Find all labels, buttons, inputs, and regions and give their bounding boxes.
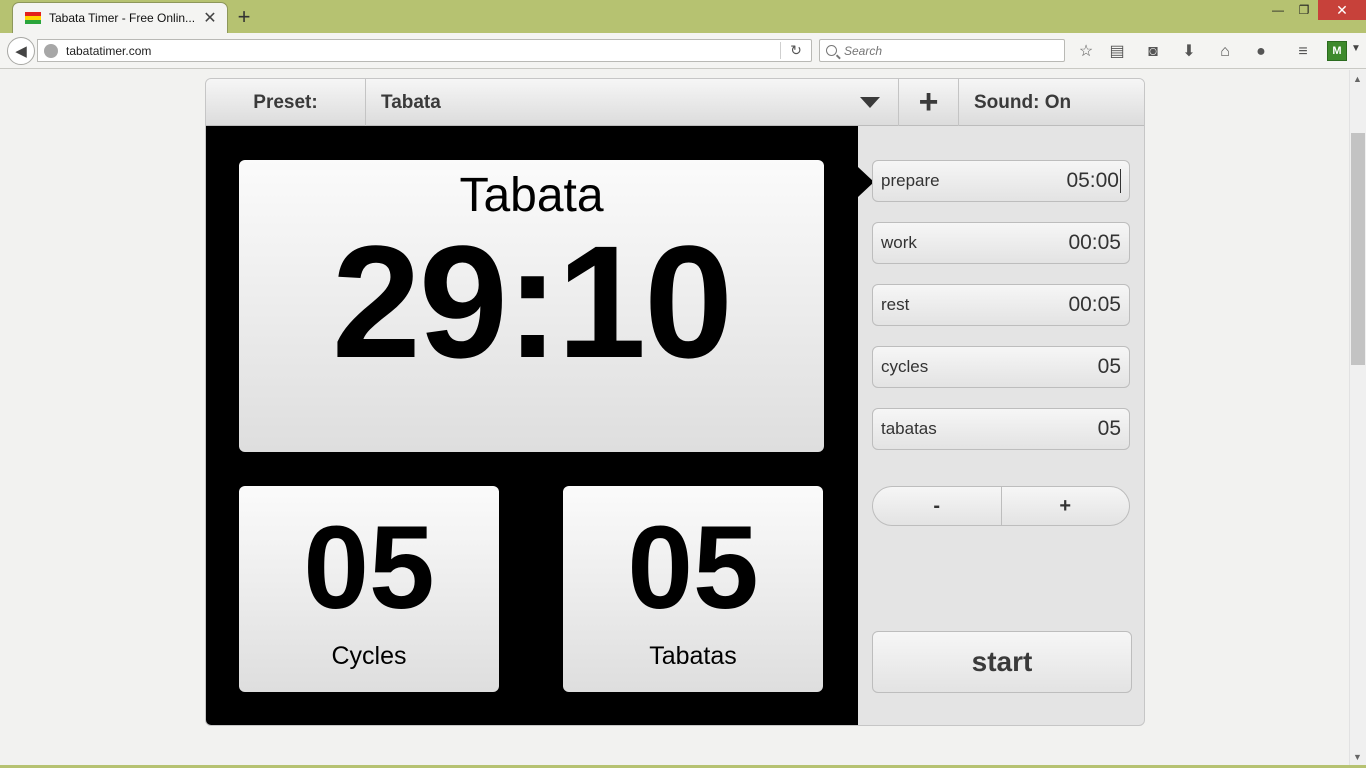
cycles-label: Cycles xyxy=(331,642,407,670)
timer-time: 29:10 xyxy=(331,212,733,391)
setting-name: cycles xyxy=(881,357,929,376)
search-icon xyxy=(826,45,837,56)
new-tab-button[interactable]: + xyxy=(233,4,255,30)
url-bar[interactable]: tabatatimer.com ↻ xyxy=(37,39,812,62)
star-icon[interactable]: ☆ xyxy=(1076,42,1096,62)
search-bar[interactable] xyxy=(819,39,1065,62)
tabatas-card: 05 Tabatas xyxy=(563,486,823,692)
setting-name: rest xyxy=(881,295,910,314)
url-text[interactable]: tabatatimer.com xyxy=(66,44,780,58)
browser-titlebar: Tabata Timer - Free Onlin... ✕ + — ❐ ✕ xyxy=(0,0,1366,33)
setting-tabatas[interactable]: tabatas 05 xyxy=(872,408,1130,450)
menu-icon[interactable]: ≡ xyxy=(1293,42,1313,62)
setting-value[interactable]: 05 xyxy=(1098,417,1121,441)
addon-dropdown-icon[interactable]: ▼ xyxy=(1351,43,1361,54)
tabatas-label: Tabatas xyxy=(649,642,737,670)
browser-navbar: ◀ tabatatimer.com ↻ ☆ ▤ ◙ ⬇ ⌂ ● ≡ M ▼ xyxy=(0,33,1366,69)
tabatas-value: 05 xyxy=(627,502,759,634)
decrement-button[interactable]: - xyxy=(873,487,1002,525)
preset-value: Tabata xyxy=(381,91,441,113)
window-minimize-button[interactable]: — xyxy=(1268,0,1288,20)
setting-rest[interactable]: rest 00:05 xyxy=(872,284,1130,326)
pocket-icon[interactable]: ◙ xyxy=(1143,42,1163,62)
setting-cycles[interactable]: cycles 05 xyxy=(872,346,1130,388)
cycles-card: 05 Cycles xyxy=(239,486,499,692)
setting-value[interactable]: 05 xyxy=(1098,355,1121,379)
window-close-button[interactable]: ✕ xyxy=(1318,0,1366,20)
dropdown-triangle-icon xyxy=(860,97,880,108)
reading-list-icon[interactable]: ▤ xyxy=(1107,42,1127,62)
tab-close-icon[interactable]: ✕ xyxy=(201,8,219,28)
home-icon[interactable]: ⌂ xyxy=(1215,42,1235,62)
setting-value[interactable]: 00:05 xyxy=(1068,293,1121,317)
window-restore-button[interactable]: ❐ xyxy=(1294,0,1314,20)
chat-icon[interactable]: ● xyxy=(1251,42,1271,62)
setting-prepare[interactable]: prepare 05:00 xyxy=(872,160,1130,202)
tabata-timer-app: Preset: Tabata + Sound: On Tabata 29:10 … xyxy=(205,78,1145,726)
download-icon[interactable]: ⬇ xyxy=(1179,42,1199,62)
scroll-thumb[interactable] xyxy=(1351,133,1365,365)
increment-button[interactable]: + xyxy=(1002,487,1130,525)
setting-name: prepare xyxy=(881,171,940,190)
back-arrow-icon: ◀ xyxy=(15,43,27,60)
scroll-up-icon[interactable]: ▲ xyxy=(1353,74,1362,84)
start-button[interactable]: start xyxy=(872,631,1132,693)
cycles-value: 05 xyxy=(303,502,435,634)
settings-panel: prepare 05:00 work 00:05 rest 00:05 cycl… xyxy=(858,126,1144,725)
addon-icon[interactable]: M xyxy=(1327,41,1347,61)
tab-title: Tabata Timer - Free Onlin... xyxy=(49,11,196,25)
reload-icon[interactable]: ↻ xyxy=(781,42,811,59)
app-header: Preset: Tabata + Sound: On xyxy=(206,79,1144,126)
scroll-down-icon[interactable]: ▼ xyxy=(1353,752,1362,762)
setting-value[interactable]: 00:05 xyxy=(1068,231,1121,255)
browser-tab[interactable]: Tabata Timer - Free Onlin... ✕ xyxy=(12,2,228,33)
value-stepper: - + xyxy=(872,486,1130,526)
preset-select[interactable]: Tabata xyxy=(366,79,899,126)
sound-toggle-button[interactable]: Sound: On xyxy=(959,79,1144,126)
globe-icon xyxy=(44,43,58,58)
setting-value[interactable]: 05:00 xyxy=(1066,169,1121,193)
setting-work[interactable]: work 00:05 xyxy=(872,222,1130,264)
search-input[interactable] xyxy=(844,43,1044,58)
add-preset-button[interactable]: + xyxy=(899,79,959,126)
main-timer-card: Tabata 29:10 xyxy=(239,160,824,452)
setting-name: work xyxy=(881,233,917,252)
setting-name: tabatas xyxy=(881,419,937,438)
favicon-icon xyxy=(25,12,41,24)
preset-label: Preset: xyxy=(206,79,366,126)
back-button[interactable]: ◀ xyxy=(7,37,35,65)
timer-display: Tabata 29:10 05 Cycles 05 Tabatas xyxy=(206,126,858,725)
